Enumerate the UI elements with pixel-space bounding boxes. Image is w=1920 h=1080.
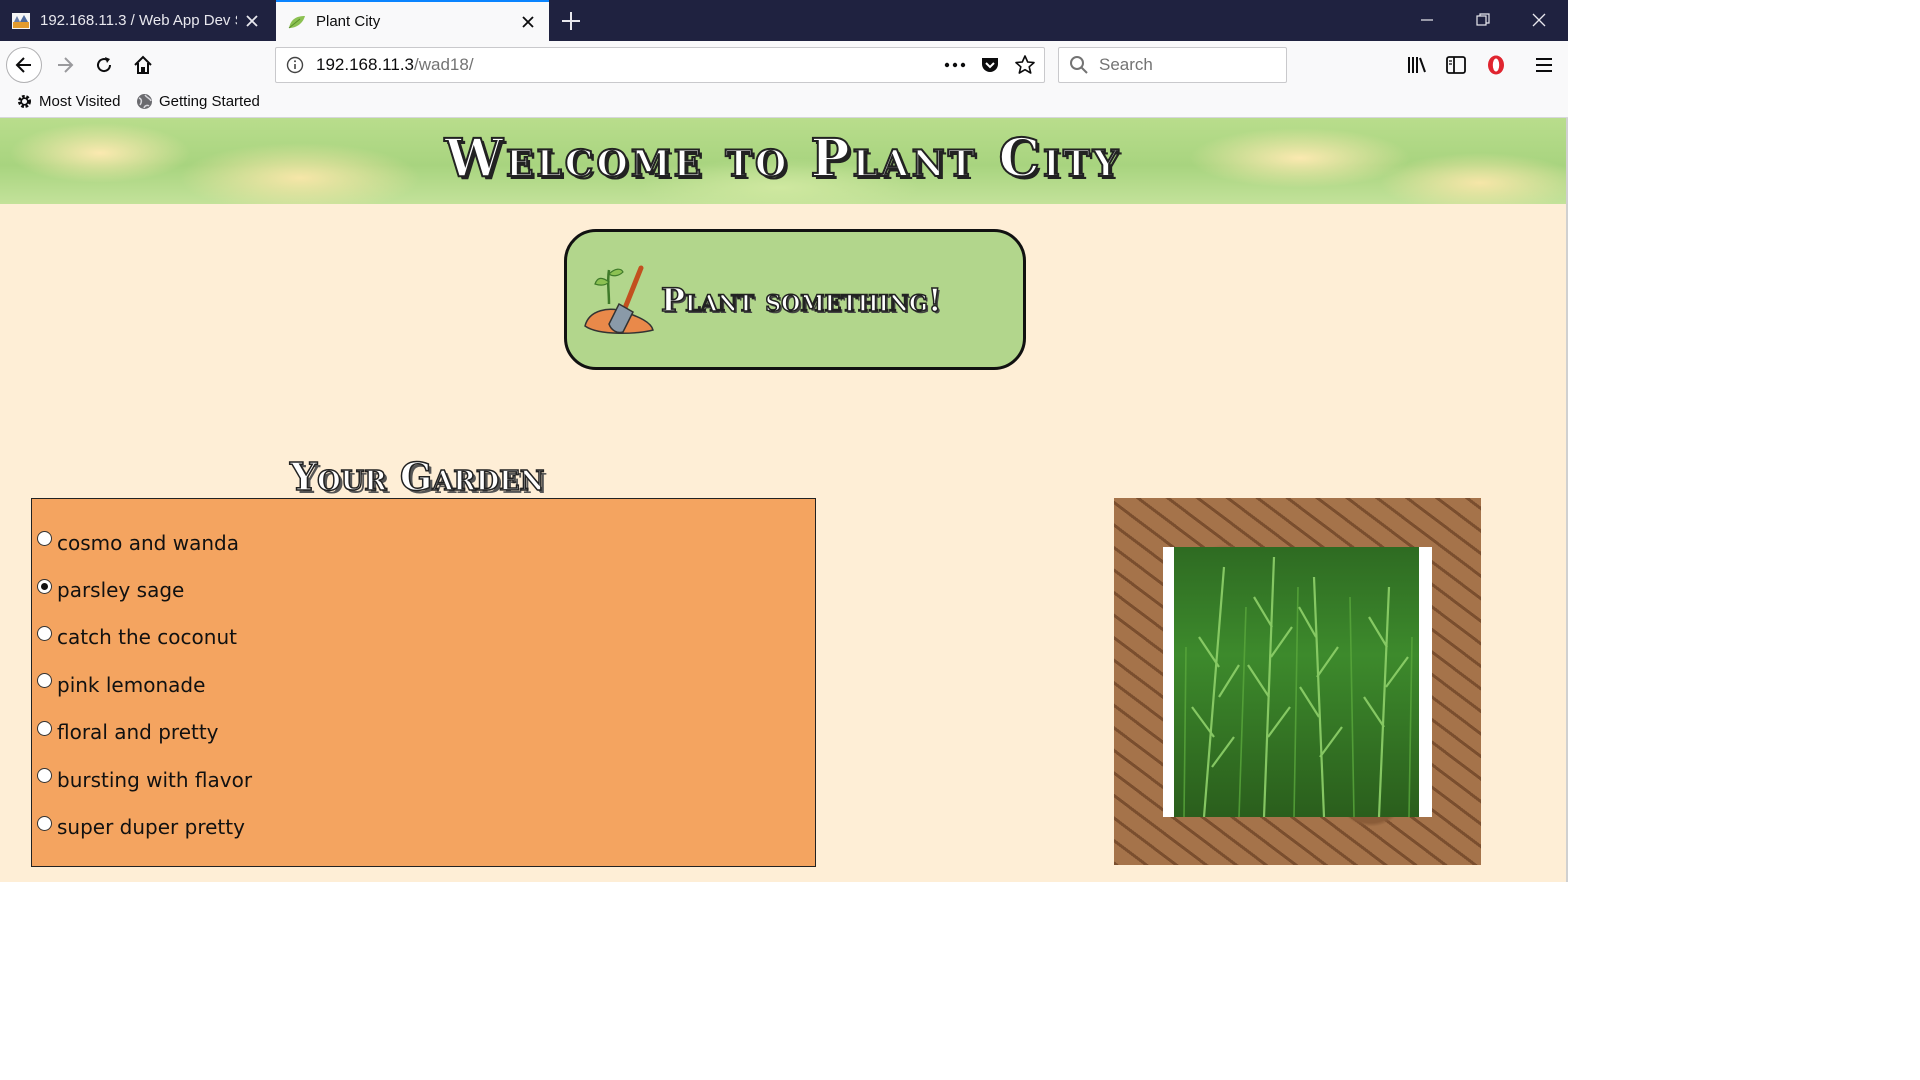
url-bar[interactable]: 192.168.11.3/wad18/ (275, 47, 1045, 83)
reload-button[interactable] (88, 49, 120, 81)
page-viewport: Welcome to Plant City Plant something! Y… (0, 118, 1566, 882)
minimize-icon[interactable] (1417, 10, 1437, 30)
menu-button[interactable] (1528, 49, 1560, 81)
new-tab-icon[interactable] (558, 8, 584, 34)
hamburger-menu-icon (1536, 58, 1552, 72)
bookmark-star-icon[interactable] (1014, 54, 1036, 76)
page-scrollbar[interactable] (1566, 118, 1568, 882)
search-input[interactable] (1097, 54, 1271, 76)
pocket-icon[interactable] (980, 55, 1000, 75)
close-tab-icon[interactable] (519, 13, 537, 31)
tab-title: Plant City (316, 13, 381, 30)
garden-heading: Your Garden (289, 453, 545, 500)
restore-icon[interactable] (1473, 10, 1493, 30)
plant-name: catch the coconut (57, 625, 237, 650)
plant-button-label: Plant something! (660, 280, 942, 320)
addon-button[interactable] (1480, 49, 1512, 81)
header-banner: Welcome to Plant City (0, 118, 1566, 204)
back-arrow-icon (15, 57, 31, 73)
plant-name: pink lemonade (57, 672, 206, 697)
library-button[interactable] (1401, 49, 1433, 81)
shovel-sprout-icon (584, 265, 654, 334)
forward-button[interactable] (49, 49, 81, 81)
radio-button[interactable] (37, 625, 52, 641)
plant-option[interactable]: super duper pretty (32, 803, 815, 850)
plant-name: floral and pretty (57, 720, 219, 745)
radio-button[interactable] (37, 768, 52, 784)
plant-option[interactable]: pink lemonade (32, 661, 815, 708)
rosemary-photo (1174, 547, 1419, 817)
plant-photo-frame (1163, 547, 1432, 817)
plant-option[interactable]: cosmo and wanda (32, 519, 815, 566)
home-button[interactable] (127, 49, 159, 81)
plant-name: bursting with flavor (57, 767, 253, 792)
page-actions-icon[interactable] (944, 62, 966, 68)
plant-something-button[interactable]: Plant something! (564, 229, 1026, 370)
tab-plant-city[interactable]: Plant City (276, 0, 549, 41)
plant-name: parsley sage (57, 578, 185, 603)
navigation-toolbar: 192.168.11.3/wad18/ (0, 41, 1568, 89)
close-window-icon[interactable] (1529, 10, 1549, 30)
close-tab-icon[interactable] (243, 12, 261, 30)
plant-option[interactable]: parsley sage (32, 566, 815, 613)
url-host: 192.168.11.3 (316, 55, 414, 74)
radio-button[interactable] (37, 720, 52, 736)
plant-option[interactable]: bursting with flavor (32, 756, 815, 803)
forward-arrow-icon (58, 57, 74, 73)
bookmarks-toolbar: Most Visited Getting Started (0, 89, 1568, 118)
bookmark-getting-started[interactable]: Getting Started (136, 93, 260, 110)
radio-button[interactable] (37, 815, 52, 831)
leaf-favicon-icon (288, 13, 306, 31)
bookmark-label: Most Visited (39, 93, 121, 110)
phpmyadmin-favicon-icon (12, 12, 30, 30)
plant-option[interactable]: catch the coconut (32, 614, 815, 661)
tab-phpmyadmin[interactable]: 192.168.11.3 / Web App Dev Se (0, 0, 273, 41)
plant-option[interactable]: floral and pretty (32, 709, 815, 756)
tab-title: 192.168.11.3 / Web App Dev Se (40, 12, 237, 29)
plant-name: cosmo and wanda (57, 530, 239, 555)
url-path: /wad18/ (414, 55, 474, 74)
radio-button-selected[interactable] (37, 578, 52, 594)
tab-strip: 192.168.11.3 / Web App Dev Se Plant City (0, 0, 1568, 41)
radio-button[interactable] (37, 531, 52, 547)
home-icon (134, 55, 152, 74)
reload-icon (97, 57, 112, 73)
info-icon[interactable] (286, 56, 304, 74)
gear-icon (16, 93, 33, 110)
plant-photo-soil-background (1114, 498, 1481, 865)
sidebar-icon (1446, 56, 1466, 74)
search-icon (1069, 55, 1089, 75)
globe-icon (136, 93, 153, 110)
back-button[interactable] (6, 47, 42, 83)
bookmark-label: Getting Started (159, 93, 260, 110)
radio-button[interactable] (37, 673, 52, 689)
page-title: Welcome to Plant City (444, 127, 1122, 190)
plant-name: super duper pretty (57, 815, 245, 840)
garden-plant-list: cosmo and wanda parsley sage catch the c… (31, 498, 816, 867)
library-icon (1408, 57, 1426, 73)
bookmark-most-visited[interactable]: Most Visited (16, 93, 120, 110)
search-bar[interactable] (1058, 47, 1287, 83)
opera-o-icon (1488, 55, 1504, 75)
sidebar-toggle-button[interactable] (1440, 49, 1472, 81)
